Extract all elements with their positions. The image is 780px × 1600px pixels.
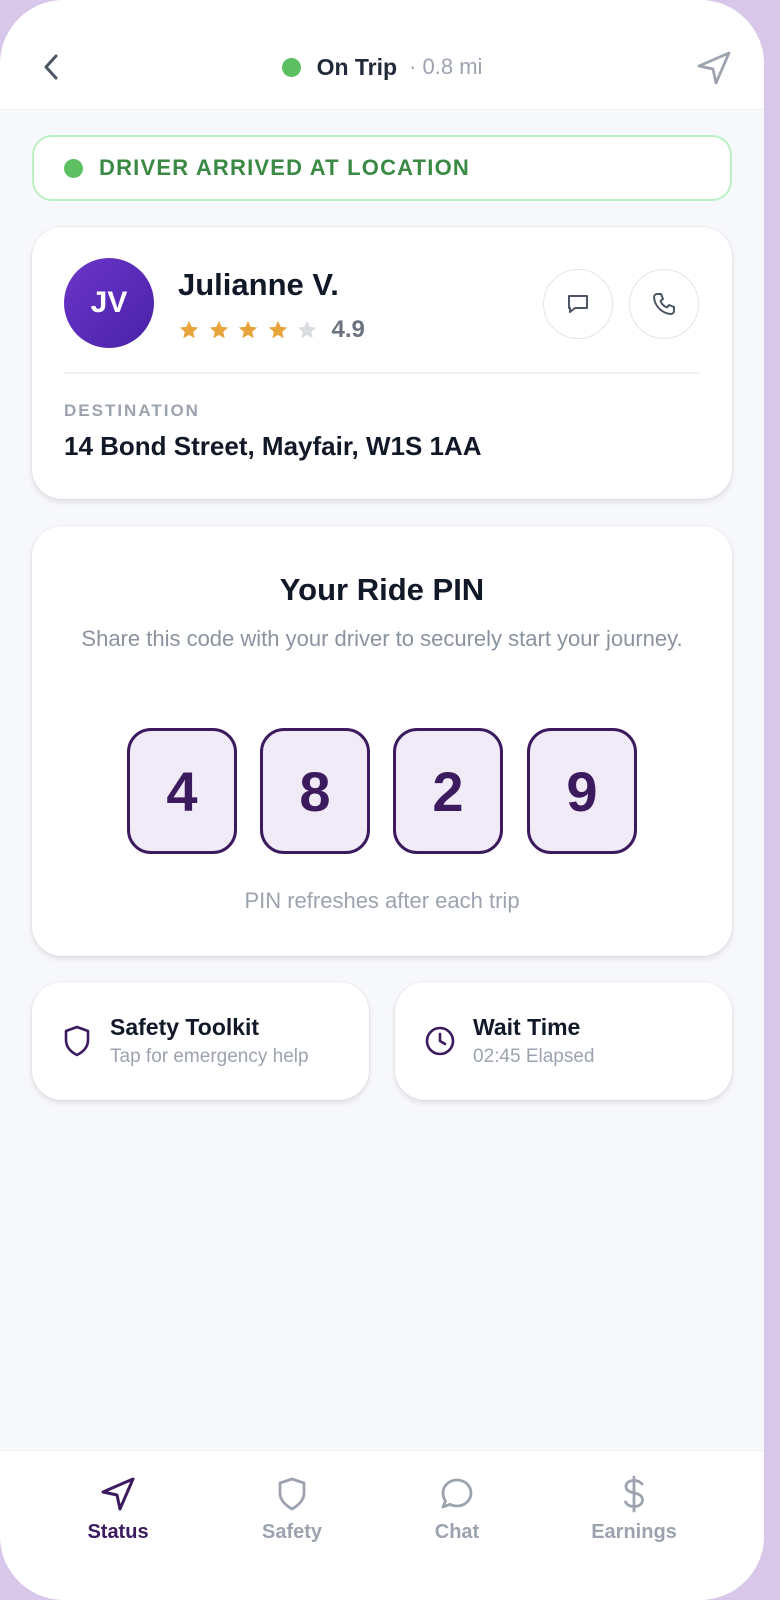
- tab-label: Status: [87, 1521, 149, 1543]
- tab-safety[interactable]: Safety: [222, 1475, 362, 1555]
- star-icon: [238, 320, 258, 339]
- arrival-text: DRIVER ARRIVED AT LOCATION: [99, 155, 470, 180]
- message-driver-button[interactable]: [543, 269, 613, 339]
- app-frame: On Trip · 0.8 mi DRIVER ARRIVED AT LOCAT…: [0, 0, 764, 1600]
- navigation-icon: [99, 1475, 137, 1513]
- pin-title: Your Ride PIN: [279, 572, 485, 607]
- tab-status[interactable]: Status: [48, 1475, 188, 1555]
- pin-note: PIN refreshes after each trip: [244, 888, 520, 913]
- pin-subtitle: Share this code with your driver to secu…: [81, 626, 683, 651]
- top-bar: On Trip · 0.8 mi: [0, 0, 764, 110]
- destination-label: DESTINATION: [64, 401, 200, 420]
- star-icon: [209, 320, 228, 339]
- tab-chat[interactable]: Chat: [387, 1475, 527, 1555]
- driver-card: JV Julianne V. 4.9 DESTINATION 14 Bond S…: [32, 227, 732, 499]
- safety-title: Safety Toolkit: [110, 1014, 260, 1040]
- message-icon: [568, 295, 588, 313]
- chat-icon: [438, 1475, 476, 1513]
- trip-status-label: On Trip: [316, 53, 398, 80]
- status-dot: [281, 57, 301, 77]
- tab-label: Chat: [434, 1521, 480, 1543]
- navigate-button[interactable]: [694, 48, 734, 88]
- bottom-tab-bar: Status Safety Chat Earnings: [0, 1450, 764, 1600]
- destination-address: 14 Bond Street, Mayfair, W1S 1AA: [64, 431, 482, 461]
- dollar-icon: [615, 1475, 653, 1513]
- driver-name: Julianne V.: [178, 267, 339, 302]
- star-empty-icon: [297, 320, 317, 339]
- safety-subtitle: Tap for emergency help: [110, 1046, 309, 1067]
- arrival-banner: DRIVER ARRIVED AT LOCATION: [32, 135, 732, 201]
- tab-label: Safety: [261, 1521, 323, 1543]
- arrival-dot: [64, 158, 83, 178]
- card-divider: [64, 372, 699, 374]
- wait-title: Wait Time: [473, 1014, 581, 1040]
- pin-digits: 4 8 2 9: [127, 728, 637, 854]
- rating-value: 4.9: [331, 316, 365, 343]
- safety-toolkit-card[interactable]: Safety Toolkit Tap for emergency help: [32, 982, 369, 1100]
- shield-icon: [60, 1024, 94, 1058]
- wait-elapsed: 02:45 Elapsed: [473, 1046, 595, 1067]
- wait-time-card[interactable]: Wait Time 02:45 Elapsed: [395, 982, 732, 1100]
- trip-distance: · 0.8 mi: [409, 54, 483, 79]
- call-driver-button[interactable]: [629, 269, 699, 339]
- pin-digit: 4: [127, 728, 237, 854]
- star-icon: [179, 320, 199, 339]
- tab-label: Earnings: [591, 1521, 677, 1543]
- avatar: JV: [64, 258, 154, 348]
- ride-pin-card: Your Ride PIN Share this code with your …: [32, 526, 732, 956]
- star-icon: [268, 320, 287, 339]
- shield-icon: [273, 1475, 311, 1513]
- tab-earnings[interactable]: Earnings: [564, 1475, 704, 1555]
- pin-digit: 8: [260, 728, 370, 854]
- trip-status: On Trip · 0.8 mi: [0, 52, 764, 82]
- pin-digit: 9: [527, 728, 637, 854]
- phone-icon: [653, 293, 675, 315]
- navigation-icon: [697, 51, 731, 85]
- pin-digit: 2: [393, 728, 503, 854]
- clock-icon: [423, 1024, 457, 1058]
- driver-rating: 4.9: [178, 315, 365, 345]
